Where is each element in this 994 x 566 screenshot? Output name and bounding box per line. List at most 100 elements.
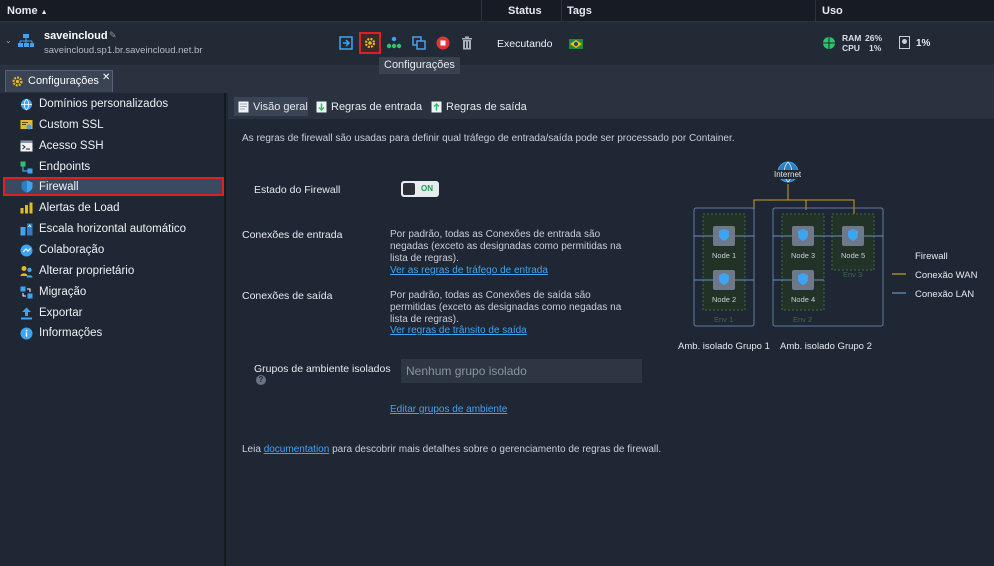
- col-status[interactable]: Status: [508, 0, 542, 22]
- node-4-shield-icon: [792, 270, 814, 290]
- inbound-desc-3: lista de regras).: [390, 253, 459, 264]
- sidebar-item-change-owner[interactable]: Alterar proprietário: [0, 261, 224, 281]
- globe-icon: [20, 98, 33, 111]
- isolated-groups-label: Grupos de ambiente isolados: [254, 363, 391, 375]
- sidebar-item-collaboration[interactable]: Colaboração: [0, 240, 224, 260]
- column-header: Nome ▲ Status Tags Uso: [0, 0, 994, 22]
- sidebar-item-migration[interactable]: Migração: [0, 282, 224, 302]
- inbound-label: Conexões de entrada: [242, 229, 343, 241]
- disk-value: 1%: [916, 38, 931, 49]
- tooltip: Configurações: [379, 57, 460, 74]
- sidebar-item-load-alerts[interactable]: Alertas de Load: [0, 198, 224, 218]
- endpoints-icon: [20, 161, 33, 174]
- info-icon: [20, 327, 33, 340]
- edit-groups-link[interactable]: Editar grupos de ambiente: [390, 404, 507, 415]
- internet-label: Internet: [773, 170, 803, 179]
- footer-text: Leia documentation para descobrir mais d…: [242, 444, 662, 455]
- legend-lan: Conexão LAN: [915, 289, 975, 300]
- ram-label: RAM: [842, 33, 862, 43]
- clone-environment-icon[interactable]: [409, 33, 429, 53]
- sidebar-item-custom-domains[interactable]: Domínios personalizados: [0, 94, 224, 114]
- tab-overview[interactable]: Visão geral: [234, 97, 308, 116]
- legend-firewall: Firewall: [915, 251, 948, 262]
- group-1-label: Amb. isolado Grupo 1: [678, 341, 770, 352]
- legend-wan: Conexão WAN: [915, 270, 978, 281]
- brazil-flag-icon: [569, 39, 583, 49]
- cpu-value: 1%: [869, 43, 882, 53]
- resource-usage-icon: [823, 37, 835, 49]
- node-5-shield-icon: [842, 226, 864, 246]
- tab-outbound-rules[interactable]: Regras de saída: [431, 97, 527, 116]
- tab-configuracoes[interactable]: Configurações ✕: [5, 70, 113, 92]
- environment-name[interactable]: saveincloud: [44, 30, 108, 42]
- node-2-label: Node 2: [712, 295, 737, 304]
- outbound-label: Conexões de saída: [242, 290, 333, 302]
- ram-value: 26%: [865, 33, 883, 43]
- inbound-desc-1: Por padrão, todas as Conexões de entrada…: [390, 229, 601, 240]
- firewall-subtabs: Visão geral Regras de entrada Regras de …: [228, 93, 994, 119]
- sidebar-item-auto-scaling[interactable]: Escala horizontal automático: [0, 219, 224, 239]
- migration-icon: [20, 286, 33, 299]
- settings-gear-icon[interactable]: [359, 32, 381, 54]
- sidebar-item-ssh-access[interactable]: Acesso SSH: [0, 136, 224, 156]
- inbound-rules-link[interactable]: Ver as regras de tráfego de entrada: [390, 265, 548, 276]
- environment-domain[interactable]: saveincloud.sp1.br.saveincloud.net.br: [44, 45, 202, 56]
- intro-text: As regras de firewall são usadas para de…: [242, 133, 735, 144]
- outbound-arrow-icon: [431, 101, 442, 112]
- node-5-label: Node 5: [841, 251, 866, 260]
- outbound-desc-1: Por padrão, todas as Conexões de saída s…: [390, 290, 591, 301]
- firewall-state-label: Estado do Firewall: [254, 184, 341, 196]
- col-usage[interactable]: Uso: [822, 0, 843, 22]
- env-3-label: Env 3: [843, 270, 863, 279]
- certificate-icon: [20, 119, 33, 132]
- environment-status: Executando: [497, 38, 553, 50]
- close-icon[interactable]: ✕: [102, 72, 110, 83]
- documentation-link[interactable]: documentation: [264, 444, 330, 455]
- cpu-label: CPU: [842, 43, 860, 53]
- col-tags[interactable]: Tags: [567, 0, 592, 22]
- open-in-browser-icon[interactable]: [336, 33, 356, 53]
- collaboration-icon: [20, 244, 33, 257]
- environment-row[interactable]: ⌄ saveincloud ✎ saveincloud.sp1.br.savei…: [0, 22, 994, 66]
- outbound-desc-2: permitidas (exceto as designadas como ne…: [390, 302, 622, 313]
- sidebar-item-endpoints[interactable]: Endpoints: [0, 157, 224, 177]
- group-2-label: Amb. isolado Grupo 2: [780, 341, 872, 352]
- node-1-label: Node 1: [712, 251, 737, 260]
- change-topology-icon[interactable]: [384, 33, 404, 53]
- tab-inbound-rules[interactable]: Regras de entrada: [316, 97, 422, 116]
- inbound-desc-2: negadas (exceto as designadas como permi…: [390, 241, 622, 252]
- sidebar-item-firewall[interactable]: Firewall: [3, 177, 224, 196]
- firewall-toggle[interactable]: ON: [401, 181, 439, 197]
- document-icon: [238, 101, 249, 112]
- edit-pencil-icon[interactable]: ✎: [109, 30, 117, 41]
- tab-strip: [0, 66, 994, 93]
- node-3-label: Node 3: [791, 251, 816, 260]
- col-name[interactable]: Nome ▲: [7, 0, 48, 22]
- environment-topology-icon: [18, 34, 34, 47]
- isolated-groups-field[interactable]: Nenhum grupo isolado: [401, 359, 642, 383]
- env-2-label: Env 2: [793, 315, 813, 324]
- node-1-shield-icon: [713, 226, 735, 246]
- gear-icon: [12, 76, 23, 87]
- node-4-label: Node 4: [791, 295, 816, 304]
- alert-chart-icon: [20, 202, 33, 215]
- toggle-state: ON: [421, 184, 433, 193]
- outbound-rules-link[interactable]: Ver regras de trânsito de saída: [390, 325, 527, 336]
- scaling-icon: [20, 223, 33, 236]
- export-icon: [20, 307, 33, 320]
- change-owner-icon: [20, 265, 33, 278]
- stop-environment-icon[interactable]: [433, 33, 453, 53]
- terminal-icon: [20, 140, 33, 153]
- env-1-label: Env 1: [714, 315, 734, 324]
- settings-sidebar: Domínios personalizados Custom SSL Acess…: [0, 93, 226, 566]
- sort-asc-icon: ▲: [40, 9, 48, 16]
- delete-trash-icon[interactable]: [457, 33, 477, 53]
- disk-icon: [899, 36, 910, 49]
- sidebar-item-export[interactable]: Exportar: [0, 303, 224, 323]
- node-3-shield-icon: [792, 226, 814, 246]
- sidebar-item-info[interactable]: Informações: [0, 323, 224, 343]
- shield-icon: [20, 180, 33, 193]
- sidebar-item-custom-ssl[interactable]: Custom SSL: [0, 115, 224, 135]
- help-icon[interactable]: ?: [256, 375, 266, 385]
- chevron-down-icon[interactable]: ⌄: [5, 36, 12, 45]
